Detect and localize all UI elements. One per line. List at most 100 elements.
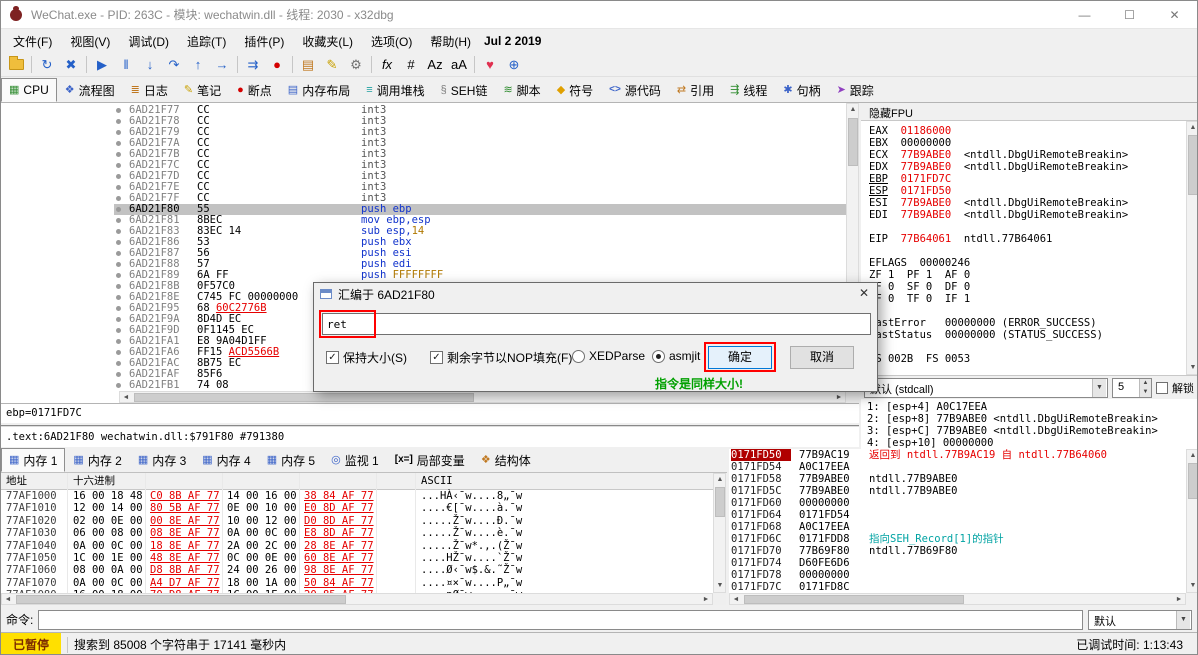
scroll-right-icon[interactable]: ► [1173,594,1185,605]
hash-icon[interactable]: # [399,54,423,76]
disasm-row[interactable]: 6AD21F8383EC 14sub esp,14 [1,226,846,237]
tab-references[interactable]: ⇄引用 [669,78,722,102]
tab-symbols[interactable]: ◆符号 [549,78,601,102]
open-file-icon[interactable] [4,54,28,76]
spin-up-icon[interactable]: ▲ [1139,379,1151,388]
assemble-instruction-input[interactable] [322,313,871,335]
stack-row[interactable]: 0171FD640171FD54 [729,509,1186,521]
argument-row[interactable]: 3: [esp+C] 77B9ABE0 <ntdll.DbgUiRemoteBr… [867,425,1197,437]
scroll-thumb[interactable] [1188,135,1198,195]
disasm-row[interactable]: 6AD21F7ECCint3 [1,182,846,193]
tab-memory-map[interactable]: ▤内存布局 [280,78,358,102]
scroll-up-icon[interactable]: ▲ [847,104,859,116]
scroll-down-icon[interactable]: ▼ [714,580,726,592]
fill-nop-checkbox[interactable]: ✓ 剩余字节以NOP填充(F) [430,349,572,366]
menu-item[interactable]: 追踪(T) [178,30,235,53]
tab-source[interactable]: <>源代码 [601,78,669,102]
command-input[interactable] [38,610,1083,630]
registers-vscrollbar[interactable]: ▲ ▼ [1186,121,1198,375]
register-row[interactable]: CF 0 TF 0 IF 1 [869,293,1185,305]
menu-item[interactable]: 选项(O) [362,30,421,53]
dump-row[interactable]: 77AF10400A 00 0C 0018 8E AF 772A 00 2C 0… [1,540,713,552]
tab-mem3[interactable]: ▦内存 3 [130,448,194,472]
register-row[interactable]: ESP 0171FD50 [869,185,1185,197]
stack-row[interactable]: 0171FD5077B9AC19返回到 ntdll.77B9AC19 自 ntd… [729,449,1186,461]
stack-row[interactable]: 0171FD68A0C17EEA [729,521,1186,533]
register-list[interactable]: EAX 01186000EBX 00000000ECX 77B9ABE0 <nt… [869,125,1185,367]
maximize-button[interactable]: ☐ [1107,1,1152,28]
register-row[interactable] [869,305,1185,317]
disasm-hscrollbar[interactable]: ◄ ► [119,391,846,403]
register-row[interactable] [869,245,1185,257]
tab-seh[interactable]: §SEH链 [433,78,496,102]
tab-locals[interactable]: [x=]局部变量 [387,448,473,472]
arguments-list[interactable]: 1: [esp+4] A0C17EEA2: [esp+8] 77B9ABE0 <… [867,401,1197,449]
notes-icon[interactable]: ✎ [320,54,344,76]
dump-row[interactable]: 77AF106008 00 0A 00D8 8B AF 7724 00 26 0… [1,564,713,576]
stack-row[interactable]: 0171FD6000000000 [729,497,1186,509]
keep-size-checkbox[interactable]: ✓ 保持大小(S) [326,349,407,366]
fx-icon[interactable]: fx [375,54,399,76]
scroll-left-icon[interactable]: ◄ [2,594,14,605]
register-row[interactable]: OF 0 SF 0 DF 0 [869,281,1185,293]
stack-row[interactable]: 0171FD7C0171FD8C [729,581,1186,593]
dump-row[interactable]: 77AF101012 00 14 0080 5B AF 770E 00 10 0… [1,502,713,514]
scroll-right-icon[interactable]: ► [833,392,845,403]
tab-watch1[interactable]: ◎监视 1 [323,448,387,472]
run-to-cursor-icon[interactable]: → [210,54,234,76]
memory-dump-pane[interactable]: 地址 十六进制 ASCII 77AF100016 00 18 48C0 8B A… [1,473,713,593]
stack-row[interactable]: 0171FD74D60FE6D6 [729,557,1186,569]
register-row[interactable]: LastStatus 00000000 (STATUS_SUCCESS) [869,329,1185,341]
chevron-down-icon[interactable]: ▼ [1092,379,1106,397]
disasm-row[interactable]: 6AD21F7CCCint3 [1,160,846,171]
tab-mem5[interactable]: ▦内存 5 [259,448,323,472]
argument-row[interactable]: 4: [esp+10] 00000000 [867,437,1197,449]
register-row[interactable]: EFLAGS 00000246 [869,257,1185,269]
register-row[interactable]: EDX 77B9ABE0 <ntdll.DbgUiRemoteBreakin> [869,161,1185,173]
disasm-row[interactable]: 6AD21F8756push esi [1,248,846,259]
tab-mem1[interactable]: ▦内存 1 [1,448,65,472]
asmjit-radio[interactable]: asmjit [652,349,700,363]
disasm-row[interactable]: 6AD21F77CCint3 [1,105,846,116]
close-button[interactable]: ✕ [1152,1,1197,28]
register-row[interactable]: EIP 77B64061 ntdll.77B64061 [869,233,1185,245]
favourites-icon[interactable]: ♥ [478,54,502,76]
menu-item[interactable]: 收藏夹(L) [293,30,362,53]
breakpoints-icon[interactable]: ● [265,54,289,76]
register-row[interactable]: GS 002B FS 0053 [869,353,1185,365]
scroll-down-icon[interactable]: ▼ [1187,362,1198,374]
scroll-thumb[interactable] [1188,463,1198,499]
stack-vscrollbar[interactable]: ▲ ▼ [1186,449,1198,593]
register-row[interactable] [869,221,1185,233]
scroll-thumb[interactable] [848,118,858,166]
register-row[interactable]: EBP 0171FD7C [869,173,1185,185]
log-icon[interactable]: ▤ [296,54,320,76]
tab-log[interactable]: ≣日志 [123,78,176,102]
dialog-close-icon[interactable]: ✕ [859,286,869,300]
scroll-left-icon[interactable]: ◄ [730,594,742,605]
register-row[interactable]: LastError 00000000 (ERROR_SUCCESS) [869,317,1185,329]
tab-threads[interactable]: ⇶线程 [722,78,775,102]
unlock-checkbox[interactable]: 解锁 [1156,380,1196,396]
stack-row[interactable]: 0171FD5C77B9ABE0ntdll.77B9ABE0 [729,485,1186,497]
register-row[interactable]: EBX 00000000 [869,137,1185,149]
tab-graph[interactable]: ❖流程图 [57,78,123,102]
argument-row[interactable]: 1: [esp+4] A0C17EEA [867,401,1197,413]
stack-row[interactable]: 0171FD5877B9ABE0ntdll.77B9ABE0 [729,473,1186,485]
menu-item[interactable]: 帮助(H) [421,30,480,53]
scroll-up-icon[interactable]: ▲ [714,474,726,486]
menu-item[interactable]: 文件(F) [4,30,61,53]
case-icon[interactable]: aA [447,54,471,76]
disasm-row[interactable]: 6AD21F896A FFpush FFFFFFFF [1,270,846,281]
scroll-thumb[interactable] [134,393,474,402]
register-row[interactable]: ECX 77B9ABE0 <ntdll.DbgUiRemoteBreakin> [869,149,1185,161]
restart-icon[interactable]: ↻ [35,54,59,76]
argument-row[interactable]: 2: [esp+8] 77B9ABE0 <ntdll.DbgUiRemoteBr… [867,413,1197,425]
argument-count-spinner[interactable]: 5 ▲ ▼ [1112,378,1152,398]
stack-row[interactable]: 0171FD54A0C17EEA [729,461,1186,473]
scroll-up-icon[interactable]: ▲ [1187,122,1198,134]
dump-vscrollbar[interactable]: ▲ ▼ [713,473,726,593]
string-search-icon[interactable]: Az [423,54,447,76]
step-into-icon[interactable]: ↓ [138,54,162,76]
tab-call-stack[interactable]: ≡调用堆栈 [358,78,432,102]
